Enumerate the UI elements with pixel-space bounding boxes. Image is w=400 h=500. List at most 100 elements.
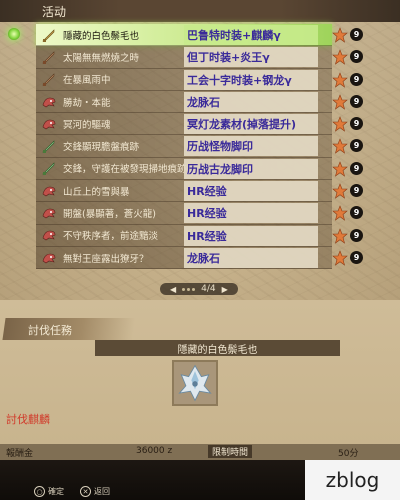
watermark: zblog [305, 460, 400, 500]
top-bar: 活动 [0, 0, 400, 22]
sword-icon [41, 71, 57, 87]
quest-row[interactable]: 在暴風雨中 工会十字时装+钢龙γ 9 [36, 68, 363, 91]
quest-name: 山丘上的雪與暴 [63, 186, 130, 198]
star-rank: 9 [350, 228, 363, 242]
page-indicator: 4/4 [201, 284, 216, 294]
star-rank: 9 [350, 117, 363, 131]
star-icon [332, 227, 348, 244]
quest-row[interactable]: 無對王座露出獠牙？ 龙脉石 9 [36, 246, 363, 270]
quest-reward: HR经验 [187, 229, 227, 243]
section-title: 討伐任務 [28, 324, 72, 337]
sword-icon [41, 49, 57, 65]
quest-row[interactable]: 勝劫・本能 龙脉石 9 [36, 90, 363, 114]
star-rank: 9 [350, 50, 363, 64]
reward-box: 巴鲁特时装+麒麟γ [184, 25, 318, 45]
monster-head-icon [41, 116, 57, 132]
star-icon [332, 160, 348, 177]
confirm-hint[interactable]: ○ 確定 [34, 486, 64, 497]
star-rank: 9 [350, 28, 363, 41]
quest-name: 太陽無無燃燒之時 [63, 52, 140, 64]
quest-name: 開盤(暴顯著，蒼火龍) [63, 209, 156, 221]
quest-reward: HR经验 [187, 185, 227, 199]
quest-row[interactable]: 交鋒顯現膽盤痕跡 历战怪物脚印 9 [36, 135, 363, 158]
star-rank: 9 [350, 139, 363, 153]
star-icon [332, 250, 348, 266]
quest-name: 冥河的驅魂 [63, 119, 111, 131]
reward-box: 工会十字时装+钢龙γ [184, 69, 318, 90]
quest-row[interactable]: 交鋒，守護在被發現掃地痕跡 历战古龙脚印 9 [36, 157, 363, 181]
star-icon [332, 205, 348, 222]
quest-reward: 龙脉石 [187, 95, 220, 109]
reward-box: 历战怪物脚印 [184, 136, 318, 157]
quest-reward: 冥灯龙素材(掉落提升) [187, 118, 297, 132]
monster-head-icon [41, 205, 57, 221]
star-icon [332, 27, 348, 43]
reward-box: 但丁时装+炎王γ [184, 47, 318, 68]
quest-name: 無對王座露出獠牙？ [63, 253, 149, 265]
kirin-icon [172, 360, 218, 406]
money-label: 報酬金 [6, 449, 34, 459]
quest-row[interactable]: 山丘上的雪與暴 HR经验 9 [36, 180, 363, 203]
quest-row[interactable]: 太陽無無燃燒之時 但丁时装+炎王γ 9 [36, 46, 363, 69]
confirm-label: 確定 [48, 487, 64, 496]
monster-head-icon [41, 94, 57, 110]
next-page-icon[interactable]: ▶ [222, 285, 228, 294]
quest-name: 勝劫・本能 [63, 97, 111, 109]
star-icon [332, 183, 348, 199]
prev-page-icon[interactable]: ◀ [170, 285, 176, 294]
quest-name: 不守秩序者，前途黯淡 [63, 231, 159, 243]
quest-row[interactable]: 開盤(暴顯著，蒼火龍) HR经验 9 [36, 202, 363, 225]
back-hint[interactable]: ✕ 返回 [80, 486, 110, 497]
gold-sword-icon [41, 27, 57, 43]
circle-button-icon: ○ [34, 486, 45, 497]
reward-box: HR经验 [184, 181, 318, 202]
reward-box: 龙脉石 [184, 91, 318, 112]
detail-quest-title: 隱藏的白色鬃毛也 [95, 340, 340, 356]
quest-reward: 历战古龙脚印 [187, 162, 253, 176]
quest-reward: 工会十字时装+钢龙γ [187, 73, 292, 87]
quest-board-panel: 活动 隱藏的白色鬃毛也 巴鲁特时装+麒麟γ 9 太陽無無燃燒之時 但丁时装+炎王γ 9 在暴… [0, 0, 400, 460]
star-rank: 9 [350, 250, 363, 264]
quest-reward: 但丁时装+炎王γ [187, 51, 270, 65]
quest-reward: 历战怪物脚印 [187, 140, 253, 154]
star-icon [332, 94, 348, 110]
monster-head-icon [41, 183, 57, 199]
star-rank: 9 [350, 161, 363, 175]
quest-reward: 龙脉石 [187, 251, 220, 265]
quest-type: 討伐麒麟 [6, 413, 50, 426]
quest-list: 隱藏的白色鬃毛也 巴鲁特时装+麒麟γ 9 太陽無無燃燒之時 但丁时装+炎王γ 9 在暴風雨中… [36, 24, 363, 270]
star-rank: 9 [350, 72, 363, 86]
time-limit-label: 限制時間 [208, 445, 253, 458]
quest-name: 在暴風雨中 [63, 75, 111, 87]
reward-box: 冥灯龙素材(掉落提升) [184, 114, 318, 135]
pager-dots-icon [182, 287, 196, 291]
star-icon [332, 71, 348, 88]
quest-name: 交鋒顯現膽盤痕跡 [63, 142, 140, 154]
star-rank: 9 [350, 206, 363, 220]
pager-box: ◀ 4/4 ▶ [160, 283, 238, 295]
green-sword-icon [41, 138, 57, 154]
reward-box: 龙脉石 [184, 247, 318, 268]
monster-head-icon [41, 227, 57, 243]
star-icon [332, 138, 348, 155]
reward-box: HR经验 [184, 203, 318, 224]
quest-name: 隱藏的白色鬃毛也 [63, 30, 140, 42]
time-limit-value: 50分 [338, 449, 359, 459]
back-label: 返回 [94, 487, 110, 496]
selection-indicator-icon [8, 28, 20, 40]
quest-row[interactable]: 隱藏的白色鬃毛也 巴鲁特时装+麒麟γ 9 [36, 24, 363, 47]
monster-head-icon [41, 250, 57, 266]
quest-reward: 巴鲁特时装+麒麟γ [187, 29, 281, 42]
tab-title[interactable]: 活动 [42, 3, 66, 20]
quest-reward: HR经验 [187, 207, 227, 221]
quest-row[interactable]: 冥河的驅魂 冥灯龙素材(掉落提升) 9 [36, 113, 363, 136]
star-icon [332, 49, 348, 66]
green-sword-icon [41, 160, 57, 176]
money-value: 36000 z [136, 446, 173, 456]
reward-box: 历战古龙脚印 [184, 158, 318, 179]
quest-name: 交鋒，守護在被發現掃地痕跡 [63, 164, 187, 176]
pager: ◀ 4/4 ▶ [160, 283, 238, 295]
cross-button-icon: ✕ [80, 486, 91, 497]
reward-box: HR经验 [184, 225, 318, 246]
quest-row[interactable]: 不守秩序者，前途黯淡 HR经验 9 [36, 224, 363, 247]
